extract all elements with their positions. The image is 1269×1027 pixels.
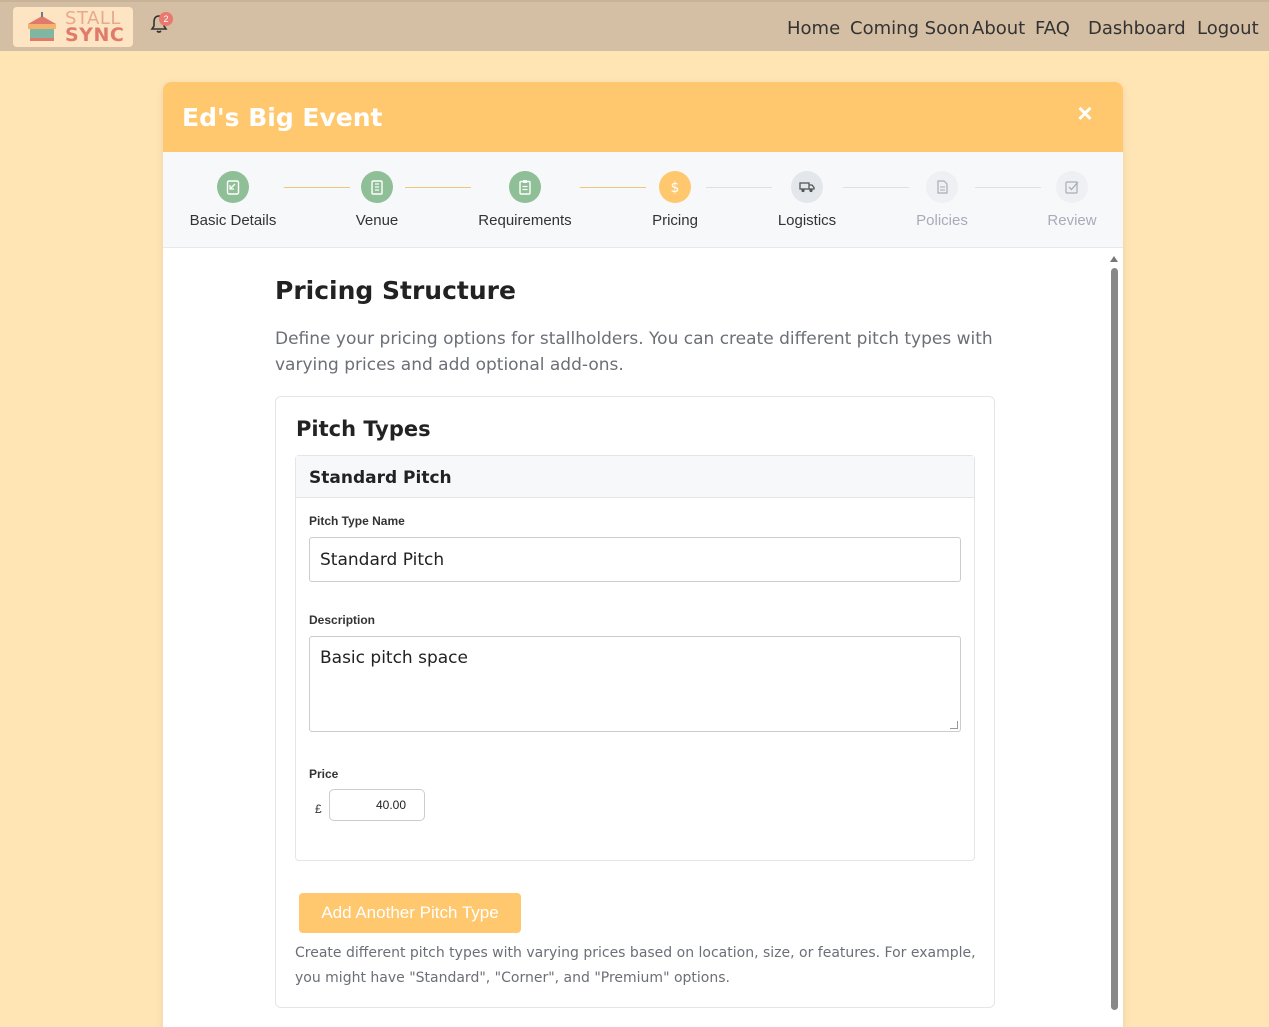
step-connector — [975, 187, 1041, 188]
description-label: Description — [309, 613, 376, 627]
step-connector — [843, 187, 909, 188]
step-requirements[interactable]: Requirements — [475, 171, 575, 229]
step-label: Logistics — [777, 212, 837, 229]
nav-faq[interactable]: FAQ — [1035, 18, 1070, 39]
pitch-name-label: Pitch Type Name — [309, 514, 405, 528]
step-label: Basic Details — [189, 212, 277, 229]
price-label: Price — [309, 767, 339, 781]
nav-coming-soon[interactable]: Coming Soon — [850, 18, 970, 39]
svg-text:$: $ — [671, 180, 680, 195]
stall-icon — [25, 12, 59, 42]
step-label: Review — [1047, 212, 1097, 229]
pitch-types-help: Create different pitch types with varyin… — [295, 945, 976, 986]
nav-about[interactable]: About — [972, 18, 1025, 39]
description-value: Basic pitch space — [320, 648, 468, 668]
scroll-up-arrow[interactable] — [1110, 256, 1118, 262]
truck-icon — [791, 171, 823, 203]
step-review[interactable]: Review — [1037, 171, 1107, 229]
step-label: Requirements — [478, 212, 572, 229]
step-pricing[interactable]: $ Pricing — [645, 171, 705, 229]
add-pitch-type-button[interactable]: Add Another Pitch Type — [299, 893, 521, 933]
stepper: Basic Details Venue Requirements $ Prici… — [163, 152, 1123, 248]
check-clipboard-icon — [217, 171, 249, 203]
building-icon — [361, 171, 393, 203]
step-logistics[interactable]: Logistics — [772, 171, 842, 229]
event-modal: Ed's Big Event × Basic Details Venue Req… — [163, 82, 1123, 1027]
document-icon — [926, 171, 958, 203]
pitch-type-panel: Standard Pitch Pitch Type Name Standard … — [295, 455, 975, 861]
pitch-name-input[interactable]: Standard Pitch — [309, 537, 961, 582]
step-connector — [580, 187, 646, 188]
step-label: Policies — [916, 212, 968, 229]
step-policies[interactable]: Policies — [907, 171, 977, 229]
modal-title: Ed's Big Event — [182, 103, 383, 132]
close-button[interactable]: × — [1073, 100, 1097, 126]
pitch-types-card: Pitch Types Standard Pitch Pitch Type Na… — [275, 396, 995, 1008]
top-navbar: STALL SYNC 2 Home Coming Soon About FAQ … — [0, 0, 1269, 51]
nav-dashboard[interactable]: Dashboard — [1088, 18, 1186, 39]
pitch-types-title: Pitch Types — [296, 417, 431, 441]
scrollbar[interactable] — [1109, 256, 1119, 1016]
logo-text-sync: SYNC — [65, 24, 125, 46]
nav-home[interactable]: Home — [787, 18, 840, 39]
resize-handle[interactable] — [950, 721, 958, 729]
dollar-icon: $ — [659, 171, 691, 203]
step-label: Pricing — [652, 212, 698, 229]
step-connector — [284, 187, 350, 188]
checkbox-icon — [1056, 171, 1088, 203]
nav-logout[interactable]: Logout — [1197, 18, 1259, 39]
step-connector — [706, 187, 772, 188]
currency-symbol: £ — [315, 802, 322, 816]
modal-header: Ed's Big Event × — [163, 82, 1123, 152]
step-venue[interactable]: Venue — [347, 171, 407, 229]
notification-badge: 2 — [159, 12, 173, 26]
step-connector — [405, 187, 471, 188]
pricing-content: Pricing Structure Define your pricing op… — [163, 248, 1123, 1027]
step-label: Venue — [355, 212, 399, 229]
description-textarea[interactable]: Basic pitch space — [309, 636, 961, 732]
section-intro: Define your pricing options for stallhol… — [275, 329, 993, 375]
section-title: Pricing Structure — [275, 276, 516, 305]
stallsync-logo[interactable]: STALL SYNC — [13, 7, 133, 47]
step-basic-details[interactable]: Basic Details — [188, 171, 278, 229]
scroll-thumb[interactable] — [1111, 268, 1118, 1010]
price-input[interactable]: 40.00 — [329, 789, 425, 821]
pitch-type-header: Standard Pitch — [296, 456, 974, 498]
clipboard-icon — [509, 171, 541, 203]
